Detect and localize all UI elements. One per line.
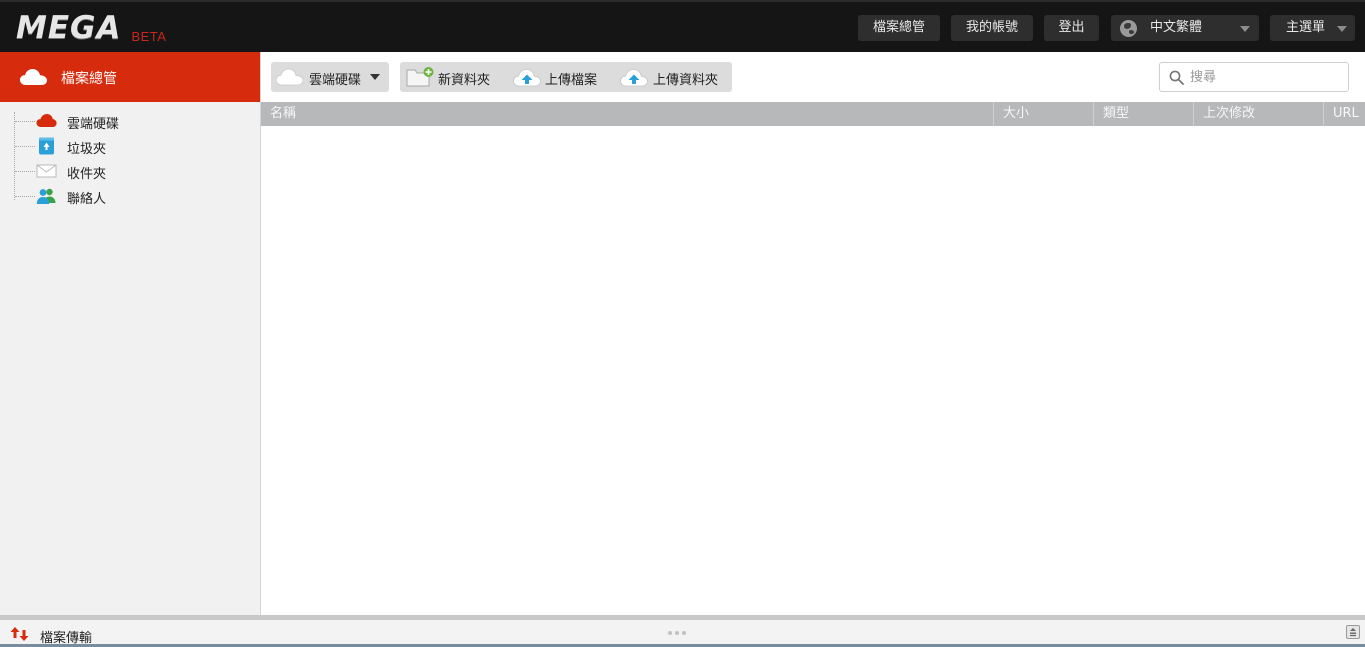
resize-handle[interactable]	[668, 631, 686, 635]
column-header-name[interactable]: 名稱	[261, 102, 993, 126]
chevron-down-icon	[370, 74, 380, 80]
file-list-area[interactable]	[261, 126, 1365, 615]
toolbar: 雲端硬碟 新資料夾 上傳檔案 上傳資料夾	[261, 52, 1365, 102]
logo-text: MEGA	[16, 10, 122, 46]
new-folder-icon	[406, 67, 434, 87]
upload-folder-label: 上傳資料夾	[653, 73, 719, 88]
file-manager-button[interactable]: 檔案總管	[858, 15, 940, 41]
inbox-envelope-icon	[36, 164, 57, 178]
cloud-icon	[276, 68, 303, 86]
column-header-type[interactable]: 類型	[1093, 102, 1193, 126]
beta-label: BETA	[131, 29, 167, 44]
search-box[interactable]	[1159, 62, 1349, 92]
upload-folder-button[interactable]: 上傳資料夾	[615, 62, 732, 92]
sidebar-item-inbox[interactable]: 收件夾	[15, 160, 245, 182]
column-header-size[interactable]: 大小	[993, 102, 1093, 126]
tree-branch	[15, 171, 35, 172]
new-folder-button[interactable]: 新資料夾	[400, 62, 500, 92]
language-label: 中文繁體	[1150, 20, 1203, 35]
sidebar-item-label: 垃圾夾	[67, 142, 107, 157]
column-header-url[interactable]: URL	[1323, 102, 1365, 126]
sidebar: 檔案總管 雲端硬碟 垃圾夾 收件夾 聯絡人	[0, 52, 261, 615]
file-table-header: 名稱 大小 類型 上次修改 URL	[261, 102, 1365, 126]
sidebar-item-label: 聯絡人	[67, 192, 107, 207]
language-selector[interactable]: 中文繁體	[1111, 15, 1259, 41]
chevron-down-icon	[1337, 26, 1347, 32]
tree-branch	[15, 196, 35, 197]
sidebar-item-label: 雲端硬碟	[67, 117, 120, 132]
cloud-drive-dropdown[interactable]: 雲端硬碟	[271, 62, 389, 92]
tree-branch	[15, 121, 35, 122]
transfer-arrows-icon	[10, 627, 29, 641]
upload-file-label: 上傳檔案	[545, 73, 598, 88]
upload-folder-icon	[620, 69, 648, 87]
expand-transfers-button[interactable]	[1346, 625, 1360, 639]
column-header-last-modified[interactable]: 上次修改	[1193, 102, 1323, 126]
cloud-drive-label: 雲端硬碟	[309, 73, 362, 88]
logout-button[interactable]: 登出	[1044, 15, 1099, 41]
action-button-group: 新資料夾 上傳檔案 上傳資料夾	[400, 62, 732, 92]
main-menu-label: 主選單	[1286, 20, 1326, 35]
top-bar: MEGA BETA 檔案總管 我的帳號 登出 中文繁體 主選單	[0, 0, 1365, 52]
sidebar-header-file-manager[interactable]: 檔案總管	[0, 52, 260, 102]
upload-file-button[interactable]: 上傳檔案	[508, 62, 608, 92]
recycle-bin-icon	[39, 137, 54, 155]
new-folder-label: 新資料夾	[438, 73, 491, 88]
sidebar-item-contacts[interactable]: 聯絡人	[15, 185, 245, 207]
search-input[interactable]	[1190, 67, 1340, 87]
sidebar-item-cloud-drive[interactable]: 雲端硬碟	[15, 110, 245, 132]
chevron-down-icon	[1240, 26, 1250, 32]
search-icon	[1169, 70, 1184, 85]
sidebar-item-trash[interactable]: 垃圾夾	[15, 135, 245, 157]
tree-branch	[15, 146, 35, 147]
main-menu-button[interactable]: 主選單	[1270, 15, 1355, 41]
cloud-drive-icon	[36, 114, 57, 127]
mega-logo[interactable]: MEGA BETA	[16, 10, 166, 44]
sidebar-header-label: 檔案總管	[61, 71, 117, 87]
my-account-button[interactable]: 我的帳號	[951, 15, 1033, 41]
cloud-icon	[20, 69, 47, 85]
transfer-bar[interactable]: 檔案傳輸	[0, 615, 1365, 647]
upload-file-icon	[513, 69, 541, 87]
chevron-up-icon	[1350, 628, 1356, 637]
globe-icon	[1120, 20, 1137, 37]
sidebar-item-label: 收件夾	[67, 167, 107, 182]
contacts-icon	[36, 188, 56, 204]
